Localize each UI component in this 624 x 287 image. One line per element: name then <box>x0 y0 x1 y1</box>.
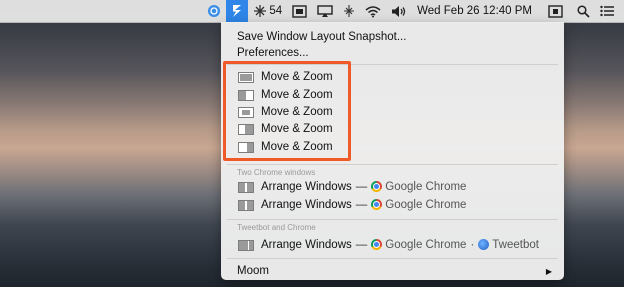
datetime-label[interactable]: Wed Feb 26 12:40 PM <box>412 0 537 22</box>
screen-icon[interactable] <box>543 0 568 22</box>
display-icon[interactable] <box>287 0 312 22</box>
wifi-icon[interactable] <box>360 0 386 22</box>
group-header: Tweetbot and Chrome <box>237 223 316 232</box>
list-icon[interactable] <box>595 0 620 22</box>
preferences-item[interactable]: Preferences... <box>221 46 564 60</box>
submenu-arrow-icon: ▶ <box>545 266 552 276</box>
save-layout-snapshot-item[interactable]: Save Window Layout Snapshot... <box>221 30 564 44</box>
menu-bar: 54 Wed Feb 26 12:40 PM <box>0 0 624 23</box>
weather-icon <box>253 4 267 18</box>
weather-widget[interactable]: 54 <box>248 0 287 22</box>
volume-icon[interactable] <box>386 0 412 22</box>
layout-split-icon <box>238 200 254 211</box>
menu-separator <box>227 258 558 259</box>
chrome-icon <box>371 239 383 250</box>
highlight-box <box>223 61 351 161</box>
moom-icon[interactable] <box>226 0 249 22</box>
chrome-icon <box>371 181 383 192</box>
layout-split-icon <box>238 182 254 193</box>
layout-split-icon <box>238 240 254 251</box>
moom-submenu-item[interactable]: Moom ▶ <box>221 264 564 278</box>
airplay-icon[interactable] <box>312 0 338 22</box>
menu-separator <box>227 219 558 220</box>
group-header: Two Chrome windows <box>237 168 316 177</box>
menu-separator <box>227 164 558 165</box>
status-circle-icon[interactable] <box>202 0 226 22</box>
spotlight-icon[interactable] <box>572 0 595 22</box>
arrange-windows-item[interactable]: Arrange Windows — Google Chrome <box>221 180 564 194</box>
arrange-windows-item[interactable]: Arrange Windows — Google Chrome · Tweetbot <box>221 238 564 252</box>
bluetooth-icon[interactable] <box>338 0 360 22</box>
arrange-windows-item[interactable]: Arrange Windows — Google Chrome <box>221 198 564 212</box>
chrome-icon <box>371 199 383 210</box>
temperature-label: 54 <box>269 5 283 17</box>
tweetbot-icon <box>478 239 490 250</box>
